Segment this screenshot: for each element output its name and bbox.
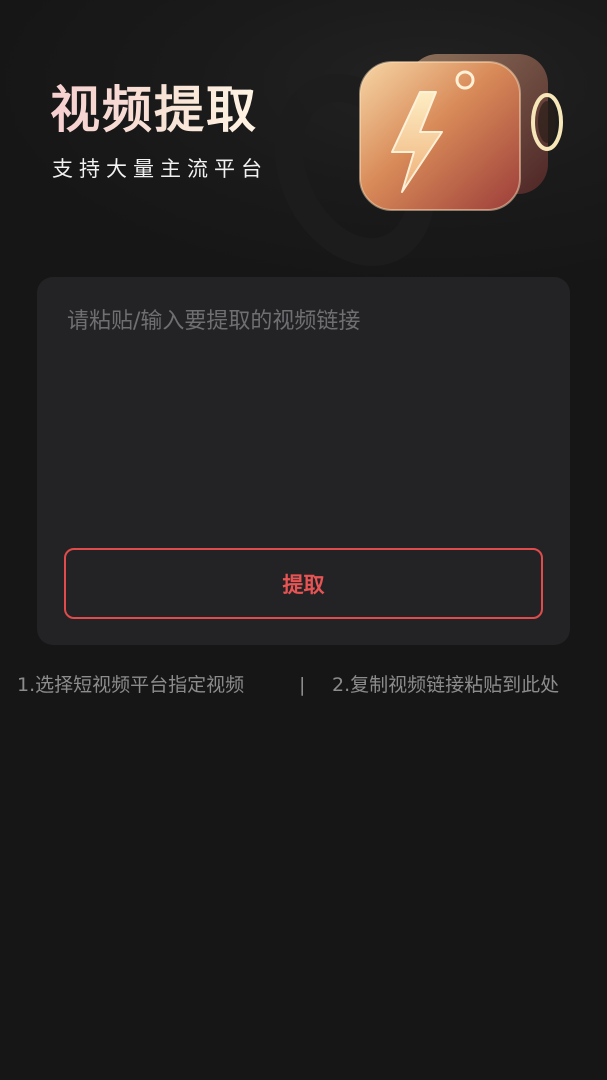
video-link-input[interactable] — [67, 305, 537, 525]
lightning-camera-icon — [350, 40, 580, 230]
page-subtitle: 支持大量主流平台 — [52, 157, 268, 181]
instructions: 1.选择短视频平台指定视频 | 2.复制视频链接粘贴到此处 — [0, 670, 607, 700]
hero-banner: 视频提取 支持大量主流平台 — [0, 0, 607, 293]
instruction-step-2: 2.复制视频链接粘贴到此处 — [332, 674, 560, 696]
link-input-card: 提取 — [37, 277, 570, 645]
instruction-step-1: 1.选择短视频平台指定视频 — [17, 674, 245, 696]
instruction-separator: | — [299, 674, 306, 696]
extract-button[interactable]: 提取 — [64, 548, 543, 619]
page-title: 视频提取 — [50, 81, 258, 139]
